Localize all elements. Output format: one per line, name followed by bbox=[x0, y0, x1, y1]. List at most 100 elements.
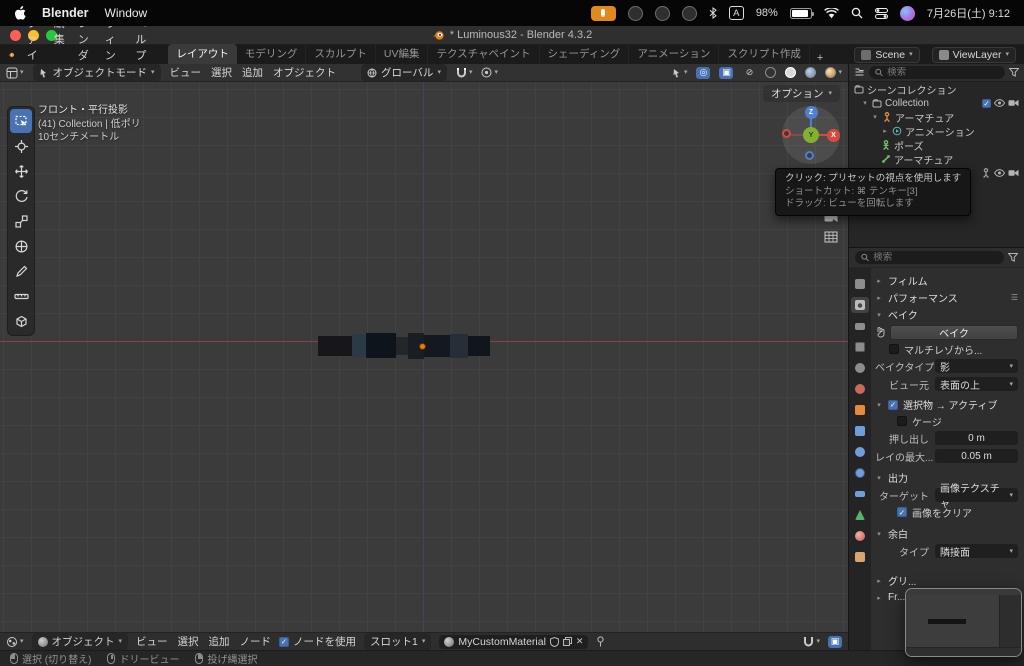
extrusion-field[interactable]: 0 m bbox=[935, 431, 1018, 445]
object-origin-dot[interactable] bbox=[419, 343, 426, 350]
tool-select-box[interactable] bbox=[10, 109, 32, 133]
from-multires-checkbox[interactable]: ✓ bbox=[889, 344, 899, 354]
outliner-row-collection[interactable]: ▾ Collection ✓ bbox=[849, 96, 1024, 110]
tab-output[interactable] bbox=[851, 318, 869, 334]
control-center-icon[interactable] bbox=[875, 8, 888, 19]
shader-type-dropdown[interactable]: オブジェクト▾ bbox=[32, 633, 129, 650]
tool-cursor[interactable] bbox=[10, 134, 32, 158]
bake-button[interactable]: ベイク bbox=[890, 325, 1018, 340]
preset-menu-icon[interactable]: ☰ bbox=[1011, 293, 1018, 302]
gizmo-negative-z-axis[interactable] bbox=[805, 151, 814, 160]
shader-menu-view[interactable]: ビュー bbox=[136, 634, 168, 649]
collection-enable-checkbox[interactable]: ✓ bbox=[982, 99, 991, 108]
workspace-tab-layout[interactable]: レイアウト bbox=[168, 44, 237, 64]
editor-type-icon[interactable] bbox=[854, 67, 865, 78]
panel-film[interactable]: ▸フィルム bbox=[875, 273, 1018, 288]
xray-toggle[interactable]: ⊘ bbox=[742, 67, 756, 79]
tool-annotate[interactable] bbox=[10, 259, 32, 283]
3d-model[interactable] bbox=[318, 332, 490, 359]
workspace-tab-animation[interactable]: アニメーション bbox=[629, 44, 719, 64]
wifi-icon[interactable] bbox=[824, 8, 839, 19]
viewport-menu-object[interactable]: オブジェクト bbox=[273, 65, 336, 80]
view-from-dropdown[interactable]: 表面の上▾ bbox=[935, 377, 1018, 391]
blender-app-menu-icon[interactable] bbox=[8, 49, 15, 61]
viewlayer-selector[interactable]: ViewLayer ▾ bbox=[932, 47, 1016, 63]
add-workspace-button[interactable]: + bbox=[810, 52, 830, 64]
gizmo-z-axis[interactable]: Z bbox=[805, 106, 818, 119]
tab-object[interactable] bbox=[851, 402, 869, 418]
shader-menu-select[interactable]: 選択 bbox=[178, 634, 199, 649]
tool-rotate[interactable] bbox=[10, 184, 32, 208]
disclosure-icon[interactable]: ▸ bbox=[881, 127, 889, 135]
viewport-menu-add[interactable]: 追加 bbox=[242, 65, 263, 80]
snapping-icon[interactable]: ▾ bbox=[803, 636, 820, 647]
editor-type-button[interactable]: ▾ bbox=[6, 636, 24, 648]
tab-physics[interactable] bbox=[851, 465, 869, 481]
viewport-menu-select[interactable]: 選択 bbox=[211, 65, 232, 80]
shading-wireframe-button[interactable] bbox=[765, 67, 776, 78]
viewport-menu-view[interactable]: ビュー bbox=[170, 65, 202, 80]
outliner-row-animation[interactable]: ▸ アニメーション bbox=[849, 124, 1024, 138]
viewport-options-button[interactable]: オプション▾ bbox=[763, 85, 840, 102]
shading-material-button[interactable] bbox=[805, 67, 816, 78]
outliner-row-armature-object[interactable]: ▾ アーマチュア bbox=[849, 110, 1024, 124]
material-name-widget[interactable]: MyCustomMaterial ✕ bbox=[439, 635, 588, 649]
tab-render[interactable] bbox=[851, 297, 869, 313]
panel-margin[interactable]: ▾余白 bbox=[875, 526, 1018, 541]
outliner-row-scene-collection[interactable]: シーンコレクション bbox=[849, 82, 1024, 96]
menubar-app-name[interactable]: Blender bbox=[42, 6, 89, 20]
gizmo-y-axis[interactable]: Y bbox=[803, 127, 819, 143]
siri-icon[interactable] bbox=[900, 6, 915, 21]
workspace-tab-scripting[interactable]: スクリプト作成 bbox=[719, 44, 810, 64]
tab-texture[interactable] bbox=[851, 549, 869, 565]
transform-orientation-dropdown[interactable]: グローバル ▾ bbox=[361, 64, 447, 81]
filter-funnel-icon[interactable] bbox=[1008, 253, 1018, 262]
material-slot-dropdown[interactable]: スロット1▾ bbox=[364, 633, 431, 650]
fake-user-shield-icon[interactable] bbox=[550, 637, 559, 647]
outliner-search-input[interactable] bbox=[887, 67, 999, 78]
shader-overlays-toggle[interactable]: ▣ bbox=[828, 636, 842, 648]
menubar-status-icon-2[interactable] bbox=[655, 6, 670, 21]
gizmo-negative-x-axis[interactable] bbox=[782, 129, 791, 138]
workspace-tab-shading[interactable]: シェーディング bbox=[540, 44, 630, 64]
selectability-dropdown[interactable]: ▾ bbox=[672, 68, 688, 78]
panel-performance[interactable]: ▸パフォーマンス☰ bbox=[875, 290, 1018, 305]
outliner-search[interactable] bbox=[869, 66, 1005, 79]
selected-to-active-checkbox[interactable]: ✓ bbox=[888, 400, 898, 410]
apple-menu[interactable] bbox=[14, 6, 26, 20]
outliner-row-armature-data[interactable]: アーマチュア bbox=[849, 152, 1024, 166]
tab-scene[interactable] bbox=[851, 360, 869, 376]
tab-object-data[interactable] bbox=[851, 507, 869, 523]
menubar-clock[interactable]: 7月26日(土) 9:12 bbox=[927, 5, 1010, 21]
tab-material[interactable] bbox=[851, 528, 869, 544]
scene-selector[interactable]: Scene ▾ bbox=[854, 47, 919, 63]
workspace-tab-modeling[interactable]: モデリング bbox=[237, 44, 307, 64]
show-overlays-toggle[interactable]: ▣ bbox=[719, 67, 733, 79]
tool-measure[interactable] bbox=[10, 284, 32, 308]
battery-icon[interactable] bbox=[790, 8, 812, 19]
tab-world[interactable] bbox=[851, 381, 869, 397]
bluetooth-icon[interactable] bbox=[709, 7, 717, 19]
workspace-tab-sculpting[interactable]: スカルプト bbox=[306, 44, 376, 64]
modifier-armature-icon[interactable] bbox=[981, 168, 991, 178]
mic-recording-indicator[interactable] bbox=[591, 6, 616, 21]
shader-menu-node[interactable]: ノード bbox=[240, 634, 272, 649]
menubar-status-icon-1[interactable] bbox=[628, 6, 643, 21]
panel-grease-pencil[interactable]: ▸グリ... bbox=[875, 573, 1018, 588]
panel-bake[interactable]: ▾ベイク bbox=[875, 307, 1018, 322]
tab-view-layer[interactable] bbox=[851, 339, 869, 355]
disclosure-icon[interactable]: ▾ bbox=[861, 99, 869, 107]
filter-funnel-icon[interactable] bbox=[1009, 68, 1019, 77]
tool-move[interactable] bbox=[10, 159, 32, 183]
tool-add-primitive[interactable] bbox=[10, 309, 32, 333]
snap-magnet-icon[interactable]: ▾ bbox=[456, 67, 473, 78]
tab-constraints[interactable] bbox=[851, 486, 869, 502]
input-source-badge[interactable]: A bbox=[729, 6, 744, 20]
properties-search[interactable] bbox=[855, 251, 1004, 264]
margin-type-dropdown[interactable]: 隣接面▾ bbox=[935, 544, 1018, 558]
shading-solid-button[interactable] bbox=[785, 67, 796, 78]
unlink-material-icon[interactable]: ✕ bbox=[576, 636, 584, 647]
camera-icon[interactable] bbox=[1008, 99, 1019, 107]
properties-search-input[interactable] bbox=[873, 252, 998, 263]
editor-type-button[interactable]: ▾ bbox=[6, 67, 24, 79]
